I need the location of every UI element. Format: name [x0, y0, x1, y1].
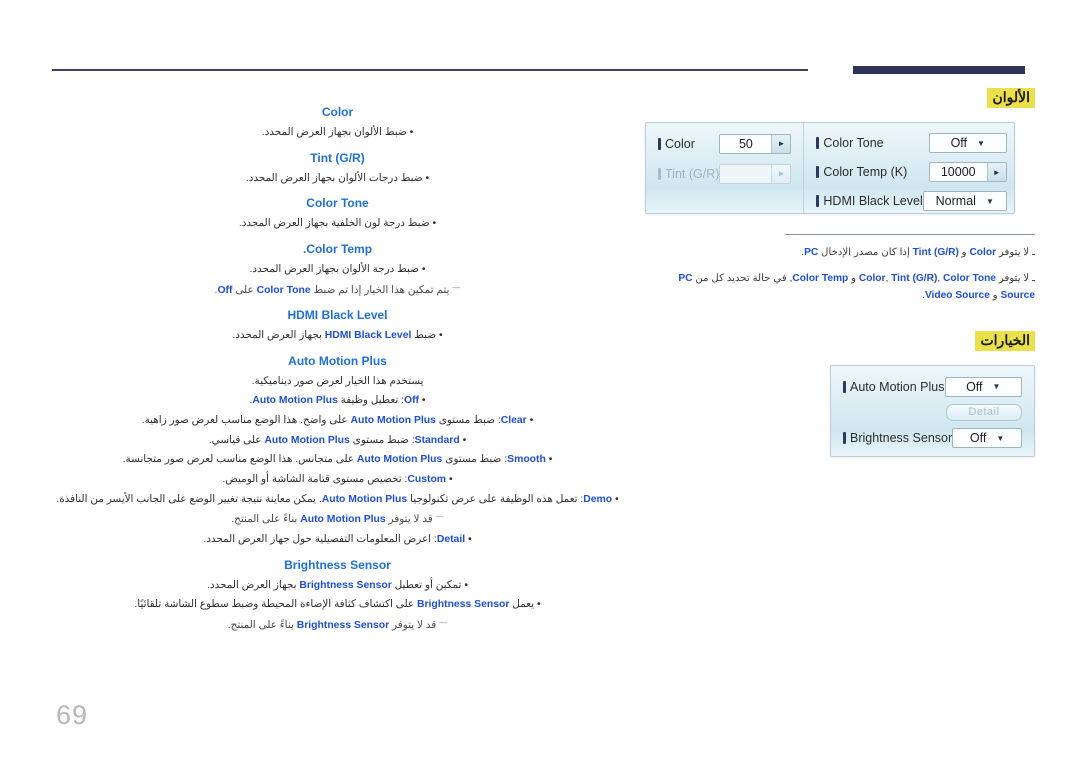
osd-row-color-tone: Color Tone Off ▼: [816, 133, 1007, 154]
body-text-column: Color • ضبط الألوان بجهاز العرض المحدد. Ti…: [40, 96, 635, 638]
body-bullet: • Standard: ضبط مستوى Auto Motion Plus ع…: [208, 434, 467, 446]
osd-value-tint: [720, 164, 772, 183]
bullet-tick-icon: [658, 137, 661, 150]
body-bullet: • ضبط HDMI Black Level بجهاز العرض المحد…: [232, 330, 443, 342]
detail-button: Detail: [946, 403, 1022, 421]
osd-value-hdmi-black-level: Normal: [935, 194, 976, 209]
body-bullet: • Clear: ضبط مستوى Auto Motion Plus على …: [141, 415, 534, 427]
osd-label-color-tone: Color Tone: [816, 136, 884, 151]
body-heading: Brightness Sensor: [284, 557, 391, 572]
osd-label-tint: Tint (G/R): [658, 167, 719, 181]
osd-spinner-color[interactable]: 50 ►: [719, 133, 792, 154]
osd-label-hdmi-black-level: HDMI Black Level: [816, 194, 923, 209]
osd-label-color: Color: [658, 137, 695, 151]
note-item: ـ لا يتوفر Color و Tint (G/R) إذا كان مص…: [801, 247, 1035, 259]
right-column: الألوان Color 50 ► Tint (G/R) ► Color To…: [645, 88, 1035, 458]
body-bullet: • يعمل Brightness Sensor على اكتشاف كثاف…: [134, 599, 541, 611]
osd-pane-options: Auto Motion Plus Off ▼ Detail Brightness…: [831, 366, 1034, 456]
note-item: ـ لا يتوفر Color, Tint (G/R), Color Tone…: [678, 273, 1035, 302]
header-rule-thin: [52, 69, 808, 71]
chevron-right-icon: ►: [771, 164, 791, 183]
chevron-down-icon[interactable]: ▼: [993, 382, 1001, 391]
osd-value-brightness-sensor: Off: [969, 431, 987, 446]
chevron-down-icon[interactable]: ▼: [986, 197, 994, 206]
osd-dropdown-brightness-sensor[interactable]: Off ▼: [952, 428, 1022, 449]
body-bullet: • ضبط درجة الألوان بجهاز العرض المحدد.: [249, 263, 426, 275]
osd-row-color: Color 50 ►: [658, 133, 792, 154]
chevron-right-icon[interactable]: ►: [771, 134, 791, 153]
body-bullet: • Smooth: ضبط مستوى Auto Motion Plus على…: [122, 454, 553, 466]
osd-dropdown-auto-motion-plus[interactable]: Off ▼: [944, 376, 1022, 397]
osd-label-color-temp: Color Temp (K): [816, 165, 907, 179]
osd-label-tint-text: Tint (G/R): [665, 166, 720, 181]
chevron-right-icon[interactable]: ►: [986, 163, 1006, 182]
body-bullet: يستخدم هذا الخيار لعرض صور ديناميكية.: [251, 375, 424, 387]
bullet-tick-icon: [816, 137, 820, 150]
osd-row-tint: Tint (G/R) ►: [658, 163, 792, 184]
notes-list: ـ لا يتوفر Color و Tint (G/R) إذا كان مص…: [645, 245, 1035, 304]
section-heading-colors: الألوان: [645, 88, 1035, 109]
chevron-down-icon[interactable]: ▼: [977, 139, 985, 148]
osd-panel-colors: Color 50 ► Tint (G/R) ► Color Tone Off ▼…: [645, 122, 1018, 215]
body-bullet: • Demo: تعمل هذه الوظيفة على عرض تكنولوج…: [56, 493, 619, 505]
bullet-tick-icon: [816, 195, 820, 208]
body-heading: Auto Motion Plus: [288, 353, 387, 368]
body-heading: Color Tone: [306, 196, 369, 211]
body-heading: Color Temp.: [302, 241, 373, 256]
bullet-tick-icon: [816, 166, 820, 179]
section-heading-options: الخيارات: [645, 330, 1035, 352]
osd-dropdown-color-tone[interactable]: Off ▼: [928, 133, 1007, 154]
bullet-tick-icon: [843, 432, 846, 445]
osd-pane-color-right: Color Tone Off ▼ Color Temp (K) 10000 ►: [804, 123, 1018, 213]
body-bullet: • ضبط الألوان بجهاز العرض المحدد.: [261, 127, 414, 138]
body-bullet: • Off: تعطيل وظيفة Auto Motion Plus.: [249, 395, 426, 407]
page-number: 69: [56, 700, 89, 730]
bullet-tick-icon: [658, 167, 661, 180]
osd-label-color-text: Color: [665, 136, 695, 151]
body-bullet: • Detail: اعرض المعلومات التفصيلية حول ج…: [203, 533, 472, 545]
osd-dropdown-hdmi-black-level[interactable]: Normal ▼: [922, 191, 1007, 212]
body-heading: Color: [321, 105, 354, 119]
osd-label-auto-motion-plus: Auto Motion Plus: [843, 380, 945, 394]
osd-pane-color-left: Color 50 ► Tint (G/R) ►: [646, 123, 805, 214]
osd-value-color-tone: Off: [950, 136, 968, 151]
osd-label-brightness-sensor-text: Brightness Sensor: [850, 431, 953, 446]
osd-label-color-temp-text: Color Temp (K): [823, 165, 908, 180]
osd-label-hdmi-black-level-text: HDMI Black Level: [823, 194, 923, 209]
osd-value-color-temp: 10000: [929, 163, 987, 182]
osd-spinner-color-temp[interactable]: 10000 ►: [928, 162, 1007, 183]
osd-row-brightness-sensor: Brightness Sensor Off ▼: [843, 428, 1022, 449]
document-page: Color • ضبط الألوان بجهاز العرض المحدد. Ti…: [0, 0, 1080, 763]
body-tip: قد لا يتوفر Auto Motion Plus بناءً على ا…: [40, 511, 635, 529]
body-bullet: • Custom: تخصيص مستوى قتامة الشاشة أو ال…: [222, 474, 453, 486]
osd-label-auto-motion-plus-text: Auto Motion Plus: [850, 379, 945, 394]
osd-panel-options: Auto Motion Plus Off ▼ Detail Brightness…: [830, 365, 1035, 458]
osd-row-hdmi-black-level: HDMI Black Level Normal ▼: [816, 191, 1007, 212]
body-tip: قد لا يتوفر Brightness Sensor بناءً على …: [40, 617, 635, 635]
body-bullet: • تمكين أو تعطيل Brightness Sensor بجهاز…: [207, 579, 468, 591]
osd-value-auto-motion-plus: Off: [966, 379, 983, 394]
body-tip: يتم تمكين هذا الخيار إذا تم ضبط Color To…: [40, 282, 635, 300]
osd-row-color-temp: Color Temp (K) 10000 ►: [816, 162, 1007, 183]
header-rule-thick: [853, 66, 1025, 74]
body-bullet: • ضبط درجات الألوان بجهاز العرض المحدد.: [245, 172, 430, 184]
osd-spinner-tint: ►: [719, 163, 792, 184]
body-heading: Tint (G/R): [310, 150, 365, 165]
osd-label-color-tone-text: Color Tone: [823, 136, 884, 151]
osd-value-color: 50: [720, 134, 772, 153]
body-heading: HDMI Black Level: [287, 308, 388, 323]
section-heading-options-label: الخيارات: [975, 330, 1035, 352]
body-bullet: • ضبط درجة لون الخلفية بجهاز العرض المحد…: [238, 218, 437, 230]
bullet-tick-icon: [843, 380, 846, 393]
osd-row-auto-motion-plus: Auto Motion Plus Off ▼: [843, 376, 1022, 397]
chevron-down-icon[interactable]: ▼: [996, 434, 1004, 443]
osd-label-brightness-sensor: Brightness Sensor: [843, 431, 952, 445]
section-heading-colors-label: الألوان: [987, 88, 1035, 109]
notes-divider: [785, 234, 1035, 236]
